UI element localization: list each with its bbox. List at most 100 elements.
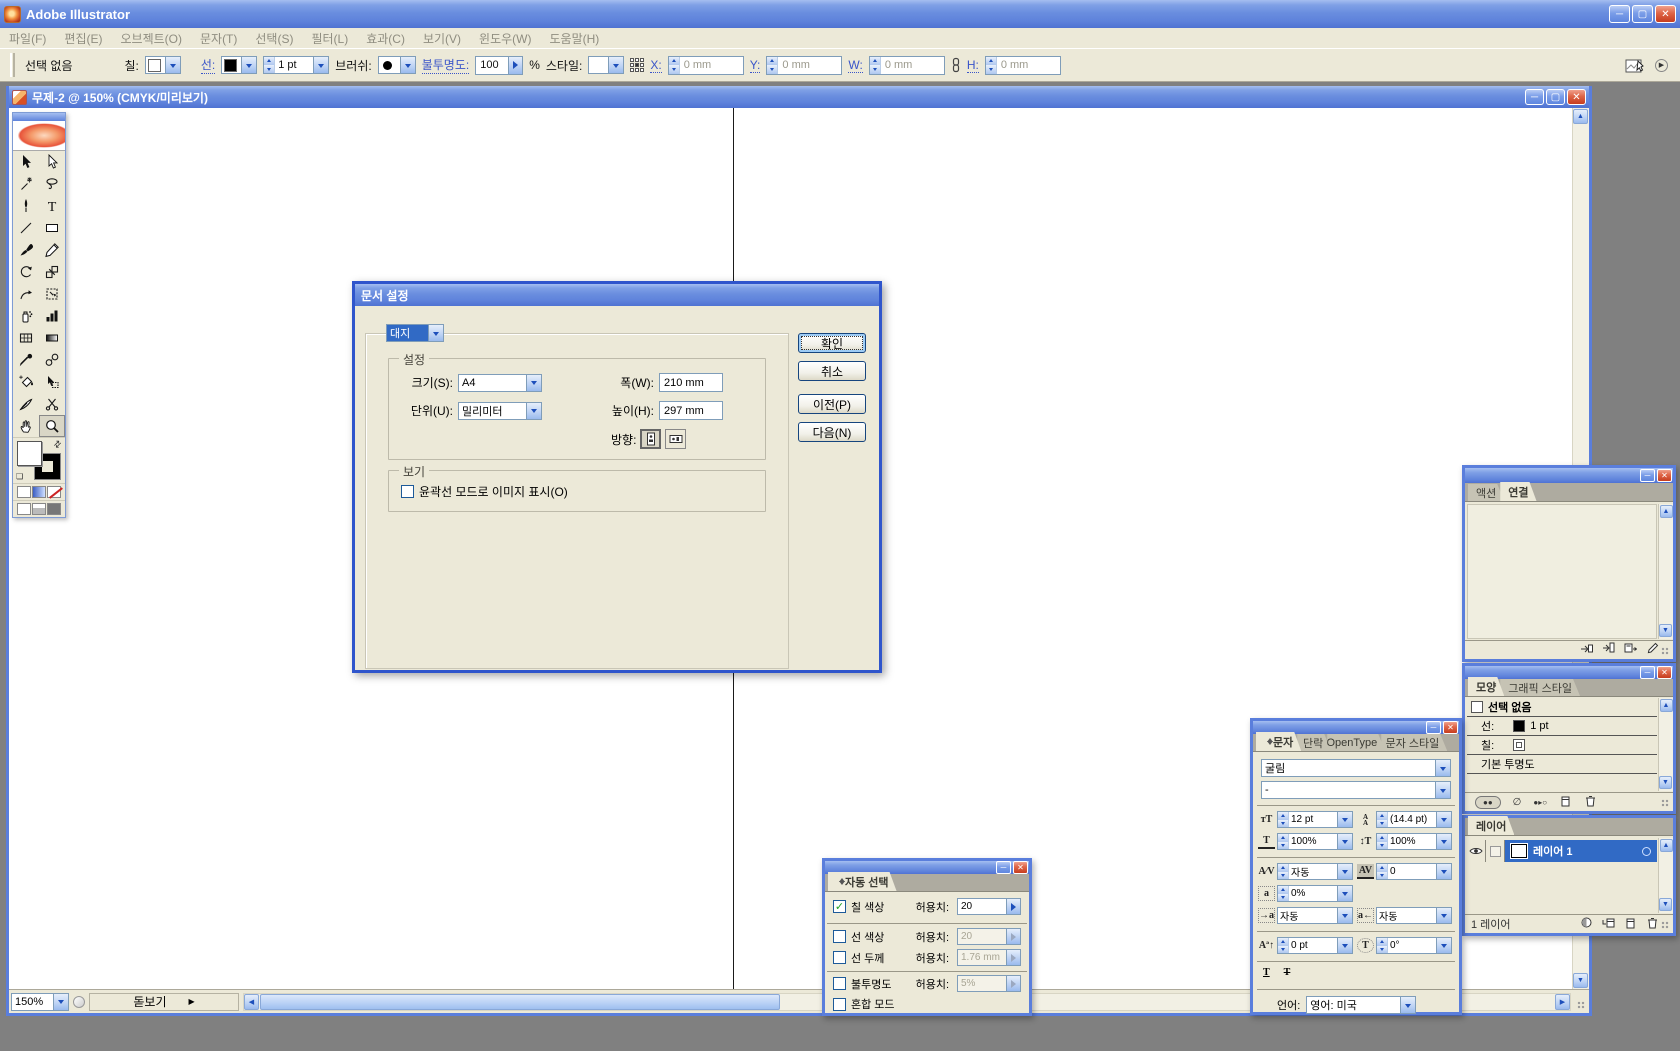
- palette-close-button[interactable]: ✕: [1657, 666, 1672, 679]
- reduce-to-basic-appearance-button[interactable]: ●▸○: [1533, 798, 1547, 807]
- font-family-combo[interactable]: 굴림: [1261, 759, 1451, 777]
- link-dimensions-icon[interactable]: [951, 57, 961, 73]
- warp-tool[interactable]: [13, 283, 39, 305]
- opacity-checkbox[interactable]: [833, 977, 846, 990]
- hand-tool[interactable]: [13, 415, 39, 437]
- layer-item-selected[interactable]: 레이어 1: [1505, 840, 1657, 862]
- w-field[interactable]: 0 mm: [869, 56, 945, 75]
- links-palette-titlebar[interactable]: ─ ✕: [1465, 468, 1673, 483]
- scroll-up-button[interactable]: ▲: [1660, 699, 1673, 712]
- language-combo[interactable]: 영어: 미국: [1306, 996, 1416, 1014]
- menu-edit[interactable]: 편집(E): [55, 30, 111, 47]
- update-link-icon[interactable]: [1624, 642, 1637, 658]
- tracking-combo[interactable]: 0: [1376, 863, 1452, 880]
- selection-tool[interactable]: [13, 151, 39, 173]
- color-fill-button[interactable]: [17, 486, 31, 498]
- fill-color-combo[interactable]: [145, 56, 181, 74]
- dialog-titlebar[interactable]: 문서 설정: [355, 284, 879, 306]
- tab-appearance[interactable]: 모양: [1468, 677, 1504, 696]
- palette-resize-grip[interactable]: [1661, 799, 1671, 809]
- tab-character[interactable]: 문자: [1256, 732, 1301, 751]
- appearance-row-transparency[interactable]: 기본 투명도: [1467, 755, 1657, 774]
- palette-minimize-button[interactable]: ─: [1426, 721, 1441, 734]
- doc-close-button[interactable]: ✕: [1567, 89, 1586, 105]
- appearance-row-stroke[interactable]: 선: 1 pt: [1467, 717, 1657, 736]
- doc-minimize-button[interactable]: ─: [1525, 89, 1544, 105]
- symbol-sprayer-tool[interactable]: [13, 305, 39, 327]
- stroke-weight-checkbox[interactable]: [833, 951, 846, 964]
- scroll-down-button[interactable]: ▼: [1659, 776, 1672, 789]
- direct-selection-tool[interactable]: [39, 151, 65, 173]
- fill-tolerance-field[interactable]: 20: [957, 898, 1021, 915]
- opacity-field[interactable]: 100: [475, 56, 523, 75]
- menu-object[interactable]: 오브젝트(O): [111, 30, 191, 47]
- tab-layers[interactable]: 레이어: [1468, 816, 1514, 835]
- vertical-scale-combo[interactable]: 100%: [1277, 833, 1353, 850]
- maximize-button[interactable]: ▢: [1632, 5, 1653, 23]
- zoom-level-combo[interactable]: 150%: [11, 993, 69, 1011]
- scrollbar-thumb[interactable]: [260, 994, 780, 1010]
- landscape-orientation-button[interactable]: [665, 429, 686, 449]
- appearance-row-no-selection[interactable]: 선택 없음: [1467, 698, 1657, 717]
- h-field[interactable]: 0 mm: [985, 56, 1061, 75]
- lasso-tool[interactable]: [39, 173, 65, 195]
- layer-target-icon[interactable]: [1642, 847, 1651, 856]
- pencil-tool[interactable]: [39, 239, 65, 261]
- visibility-toggle[interactable]: [1467, 840, 1486, 862]
- fullscreen-menu-button[interactable]: [32, 503, 46, 515]
- font-style-combo[interactable]: -: [1261, 781, 1451, 799]
- fullscreen-button[interactable]: [47, 503, 61, 515]
- baseline-shift-combo[interactable]: 0 pt: [1277, 937, 1353, 954]
- standard-screen-button[interactable]: [17, 503, 31, 515]
- scroll-left-button[interactable]: ◀: [244, 994, 259, 1010]
- brush-combo[interactable]: [378, 56, 416, 74]
- new-layer-button[interactable]: [1624, 916, 1637, 932]
- stroke-color-combo[interactable]: [221, 56, 257, 74]
- font-size-combo[interactable]: 12 pt: [1277, 811, 1353, 828]
- tab-character-styles[interactable]: 문자 스타일: [1381, 734, 1447, 751]
- eyedropper-tool[interactable]: [13, 349, 39, 371]
- control-bar-grip[interactable]: [10, 53, 15, 77]
- control-bar-menu-button[interactable]: ▶: [1655, 59, 1668, 72]
- delete-item-button[interactable]: [1584, 794, 1597, 810]
- swap-fill-stroke-icon[interactable]: ⇄: [52, 438, 65, 451]
- duplicate-item-button[interactable]: [1559, 794, 1572, 810]
- kerning-combo[interactable]: 자동: [1277, 863, 1353, 880]
- palette-minimize-button[interactable]: ─: [1640, 666, 1655, 679]
- make-clipping-mask-button[interactable]: [1580, 916, 1593, 932]
- lock-toggle[interactable]: [1486, 840, 1505, 862]
- slice-tool[interactable]: [13, 393, 39, 415]
- links-scrollbar[interactable]: ▲ ▼: [1658, 504, 1673, 639]
- appearance-scrollbar[interactable]: ▲ ▼: [1658, 698, 1673, 791]
- new-art-maintains-appearance-button[interactable]: ●●: [1475, 796, 1501, 809]
- scale-tool[interactable]: [39, 261, 65, 283]
- scroll-up-button[interactable]: ▲: [1660, 839, 1673, 852]
- mesh-tool[interactable]: [13, 327, 39, 349]
- paintbrush-tool[interactable]: [13, 239, 39, 261]
- menu-help[interactable]: 도움말(H): [541, 30, 609, 47]
- portrait-orientation-button[interactable]: [640, 429, 661, 449]
- arrow-right-icon[interactable]: [508, 57, 522, 74]
- live-paint-selection-tool[interactable]: [39, 371, 65, 393]
- style-combo[interactable]: [588, 56, 624, 74]
- gradient-tool[interactable]: [39, 327, 65, 349]
- delete-layer-button[interactable]: [1646, 916, 1659, 932]
- magic-wand-tool[interactable]: [13, 173, 39, 195]
- aki-left-combo[interactable]: 자동: [1277, 907, 1353, 924]
- rectangle-tool[interactable]: [39, 217, 65, 239]
- none-fill-button[interactable]: [47, 486, 61, 498]
- appearance-row-fill[interactable]: 칠:: [1467, 736, 1657, 755]
- menu-file[interactable]: 파일(F): [0, 30, 55, 47]
- blend-mode-checkbox[interactable]: [833, 998, 846, 1011]
- fill-color-checkbox[interactable]: ✓: [833, 900, 846, 913]
- scissors-tool[interactable]: [39, 393, 65, 415]
- line-segment-tool[interactable]: [13, 217, 39, 239]
- scroll-right-button[interactable]: ▶: [1555, 994, 1570, 1010]
- w-label[interactable]: W:: [848, 58, 862, 73]
- column-graph-tool[interactable]: [39, 305, 65, 327]
- stroke-color-checkbox[interactable]: [833, 930, 846, 943]
- palette-minimize-button[interactable]: ─: [996, 861, 1011, 874]
- scroll-up-button[interactable]: ▲: [1573, 109, 1588, 124]
- menu-filter[interactable]: 필터(L): [302, 30, 357, 47]
- menu-select[interactable]: 선택(S): [246, 30, 302, 47]
